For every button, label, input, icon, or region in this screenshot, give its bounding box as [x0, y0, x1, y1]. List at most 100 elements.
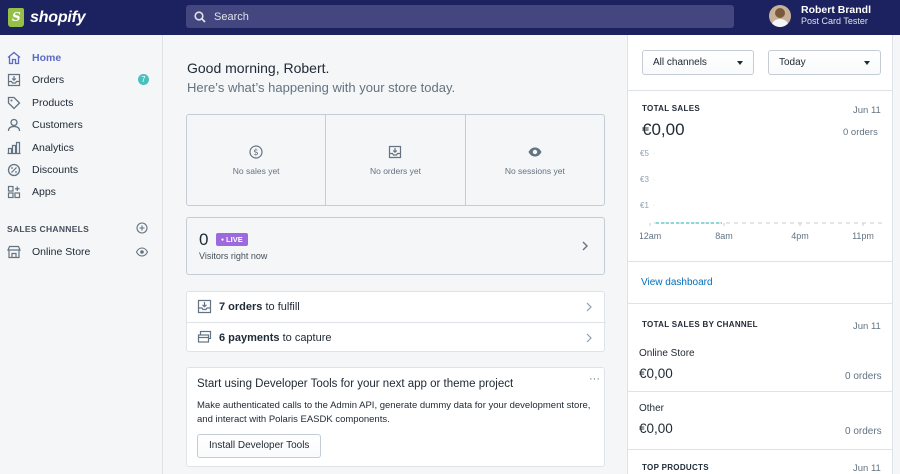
- task-fulfill-orders[interactable]: 7 orders to fulfill: [187, 292, 606, 322]
- task-capture-payments[interactable]: 6 payments to capture: [187, 323, 606, 353]
- date-select-value: Today: [779, 57, 806, 68]
- view-dashboard-link[interactable]: View dashboard: [641, 277, 713, 288]
- sidebar-item-label: Discounts: [32, 164, 79, 176]
- stat-label: No sessions yet: [504, 166, 565, 176]
- sidebar-item-products[interactable]: Products: [0, 92, 163, 114]
- bar-chart-icon: [7, 141, 21, 155]
- chevron-right-icon: [586, 333, 592, 343]
- sidebar-item-apps[interactable]: Apps: [0, 181, 163, 203]
- divider: [628, 261, 892, 262]
- live-badge: LIVE: [216, 233, 248, 246]
- store-icon: [7, 245, 21, 259]
- y-tick-label: €3: [640, 175, 649, 184]
- sidebar-item-orders[interactable]: Orders 7: [0, 69, 163, 91]
- search-placeholder: Search: [214, 10, 249, 23]
- y-tick-label: €5: [640, 149, 649, 158]
- page-title: Good morning, Robert.: [187, 60, 330, 76]
- task-text: 6 payments to capture: [219, 332, 332, 344]
- total-sales-date: Jun 11: [853, 105, 881, 116]
- dollar-icon: $: [249, 145, 263, 159]
- search-icon: [194, 10, 206, 23]
- divider: [628, 391, 892, 392]
- stats-panel: $ No sales yet No orders yet No sessions…: [186, 114, 605, 206]
- sidebar-item-label: Customers: [32, 119, 83, 131]
- channel-select-value: All channels: [653, 57, 707, 68]
- svg-text:$: $: [253, 148, 258, 158]
- eye-icon[interactable]: [136, 246, 148, 258]
- user-menu[interactable]: Robert Brandl Post Card Tester: [769, 4, 871, 27]
- divider: [628, 449, 892, 450]
- top-bar: shopify Search Robert Brandl Post Card T…: [0, 0, 900, 35]
- task-bold: 7 orders: [219, 301, 263, 313]
- channel-orders: 0 orders: [845, 426, 882, 437]
- page-scrollbar[interactable]: [893, 35, 900, 474]
- sidebar-item-discounts[interactable]: Discounts: [0, 159, 163, 181]
- task-text: 7 orders to fulfill: [219, 301, 300, 313]
- store-name: Post Card Tester: [801, 16, 868, 26]
- y-tick-label: €1: [640, 201, 649, 210]
- search-input[interactable]: Search: [186, 5, 734, 28]
- live-subtitle: Visitors right now: [199, 251, 268, 261]
- card-title: Start using Developer Tools for your nex…: [197, 378, 514, 390]
- payment-icon: [197, 330, 212, 343]
- person-icon: [7, 118, 21, 132]
- sidebar-item-label: Online Store: [32, 246, 91, 258]
- stat-orders: No orders yet: [326, 115, 466, 205]
- shopify-bag-icon: [8, 8, 24, 27]
- sidebar-item-home[interactable]: Home: [0, 47, 163, 69]
- inbox-icon: [389, 145, 402, 159]
- live-visitors-card[interactable]: 0 LIVE Visitors right now: [186, 217, 605, 275]
- sales-chart: €5 €3 €1 12am 8am 4pm 11pm: [640, 149, 882, 241]
- caret-down-icon: [864, 61, 870, 65]
- chevron-right-icon: [582, 241, 588, 251]
- sidebar-item-label: Analytics: [32, 142, 75, 154]
- sidebar-item-label: Home: [32, 52, 62, 64]
- live-visitor-count: 0: [199, 230, 209, 249]
- total-sales-title: TOTAL SALES: [642, 104, 700, 113]
- task-rest: to capture: [279, 332, 332, 344]
- channel-value: €0,00: [639, 421, 673, 436]
- stat-sessions: No sessions yet: [466, 115, 604, 205]
- top-products-title: TOP PRODUCTS: [642, 463, 709, 472]
- card-body: Make authenticated calls to the Admin AP…: [197, 400, 591, 425]
- tasks-card: 7 orders to fulfill 6 payments to captur…: [186, 291, 606, 353]
- orders-count-badge: 7: [138, 74, 149, 85]
- fulfill-icon: [197, 299, 212, 314]
- install-developer-tools-button[interactable]: Install Developer Tools: [197, 434, 322, 458]
- channel-name: Online Store: [639, 348, 695, 359]
- sales-by-channel-date: Jun 11: [853, 321, 881, 332]
- avatar: [769, 4, 791, 27]
- x-tick-label: 12am: [640, 231, 661, 241]
- shopify-logo[interactable]: shopify: [0, 8, 163, 27]
- divider: [628, 90, 892, 91]
- discount-icon: [7, 163, 21, 177]
- channel-select[interactable]: All channels: [642, 50, 754, 75]
- total-sales-value: €0,00: [642, 120, 685, 139]
- sidebar-item-analytics[interactable]: Analytics: [0, 137, 163, 159]
- home-icon: [7, 51, 21, 65]
- divider: [628, 303, 892, 304]
- tag-icon: [7, 96, 21, 110]
- user-name: Robert Brandl: [801, 4, 872, 16]
- x-tick-label: 11pm: [852, 231, 874, 241]
- logo-text: shopify: [30, 8, 86, 26]
- sales-by-channel-title: TOTAL SALES BY CHANNEL: [642, 320, 758, 329]
- date-select[interactable]: Today: [768, 50, 881, 75]
- developer-tools-card: Start using Developer Tools for your nex…: [186, 367, 605, 467]
- sales-channels-title: SALES CHANNELS: [7, 224, 90, 234]
- chevron-right-icon: [586, 302, 592, 312]
- add-channel-icon[interactable]: [136, 222, 148, 234]
- sidebar-item-customers[interactable]: Customers: [0, 114, 163, 136]
- stat-sales: $ No sales yet: [187, 115, 327, 205]
- total-sales-orders: 0 orders: [843, 127, 878, 138]
- x-tick-label: 4pm: [791, 231, 809, 241]
- channel-value: €0,00: [639, 366, 673, 381]
- channel-orders: 0 orders: [845, 371, 882, 382]
- caret-down-icon: [737, 61, 743, 65]
- task-bold: 6 payments: [219, 332, 280, 344]
- stat-label: No orders yet: [369, 166, 421, 176]
- more-options-icon[interactable]: ···: [589, 373, 600, 385]
- sidebar: Home Orders 7 Products Customers Analyti…: [0, 35, 163, 474]
- top-products-date: Jun 11: [853, 463, 881, 474]
- eye-icon: [528, 147, 542, 157]
